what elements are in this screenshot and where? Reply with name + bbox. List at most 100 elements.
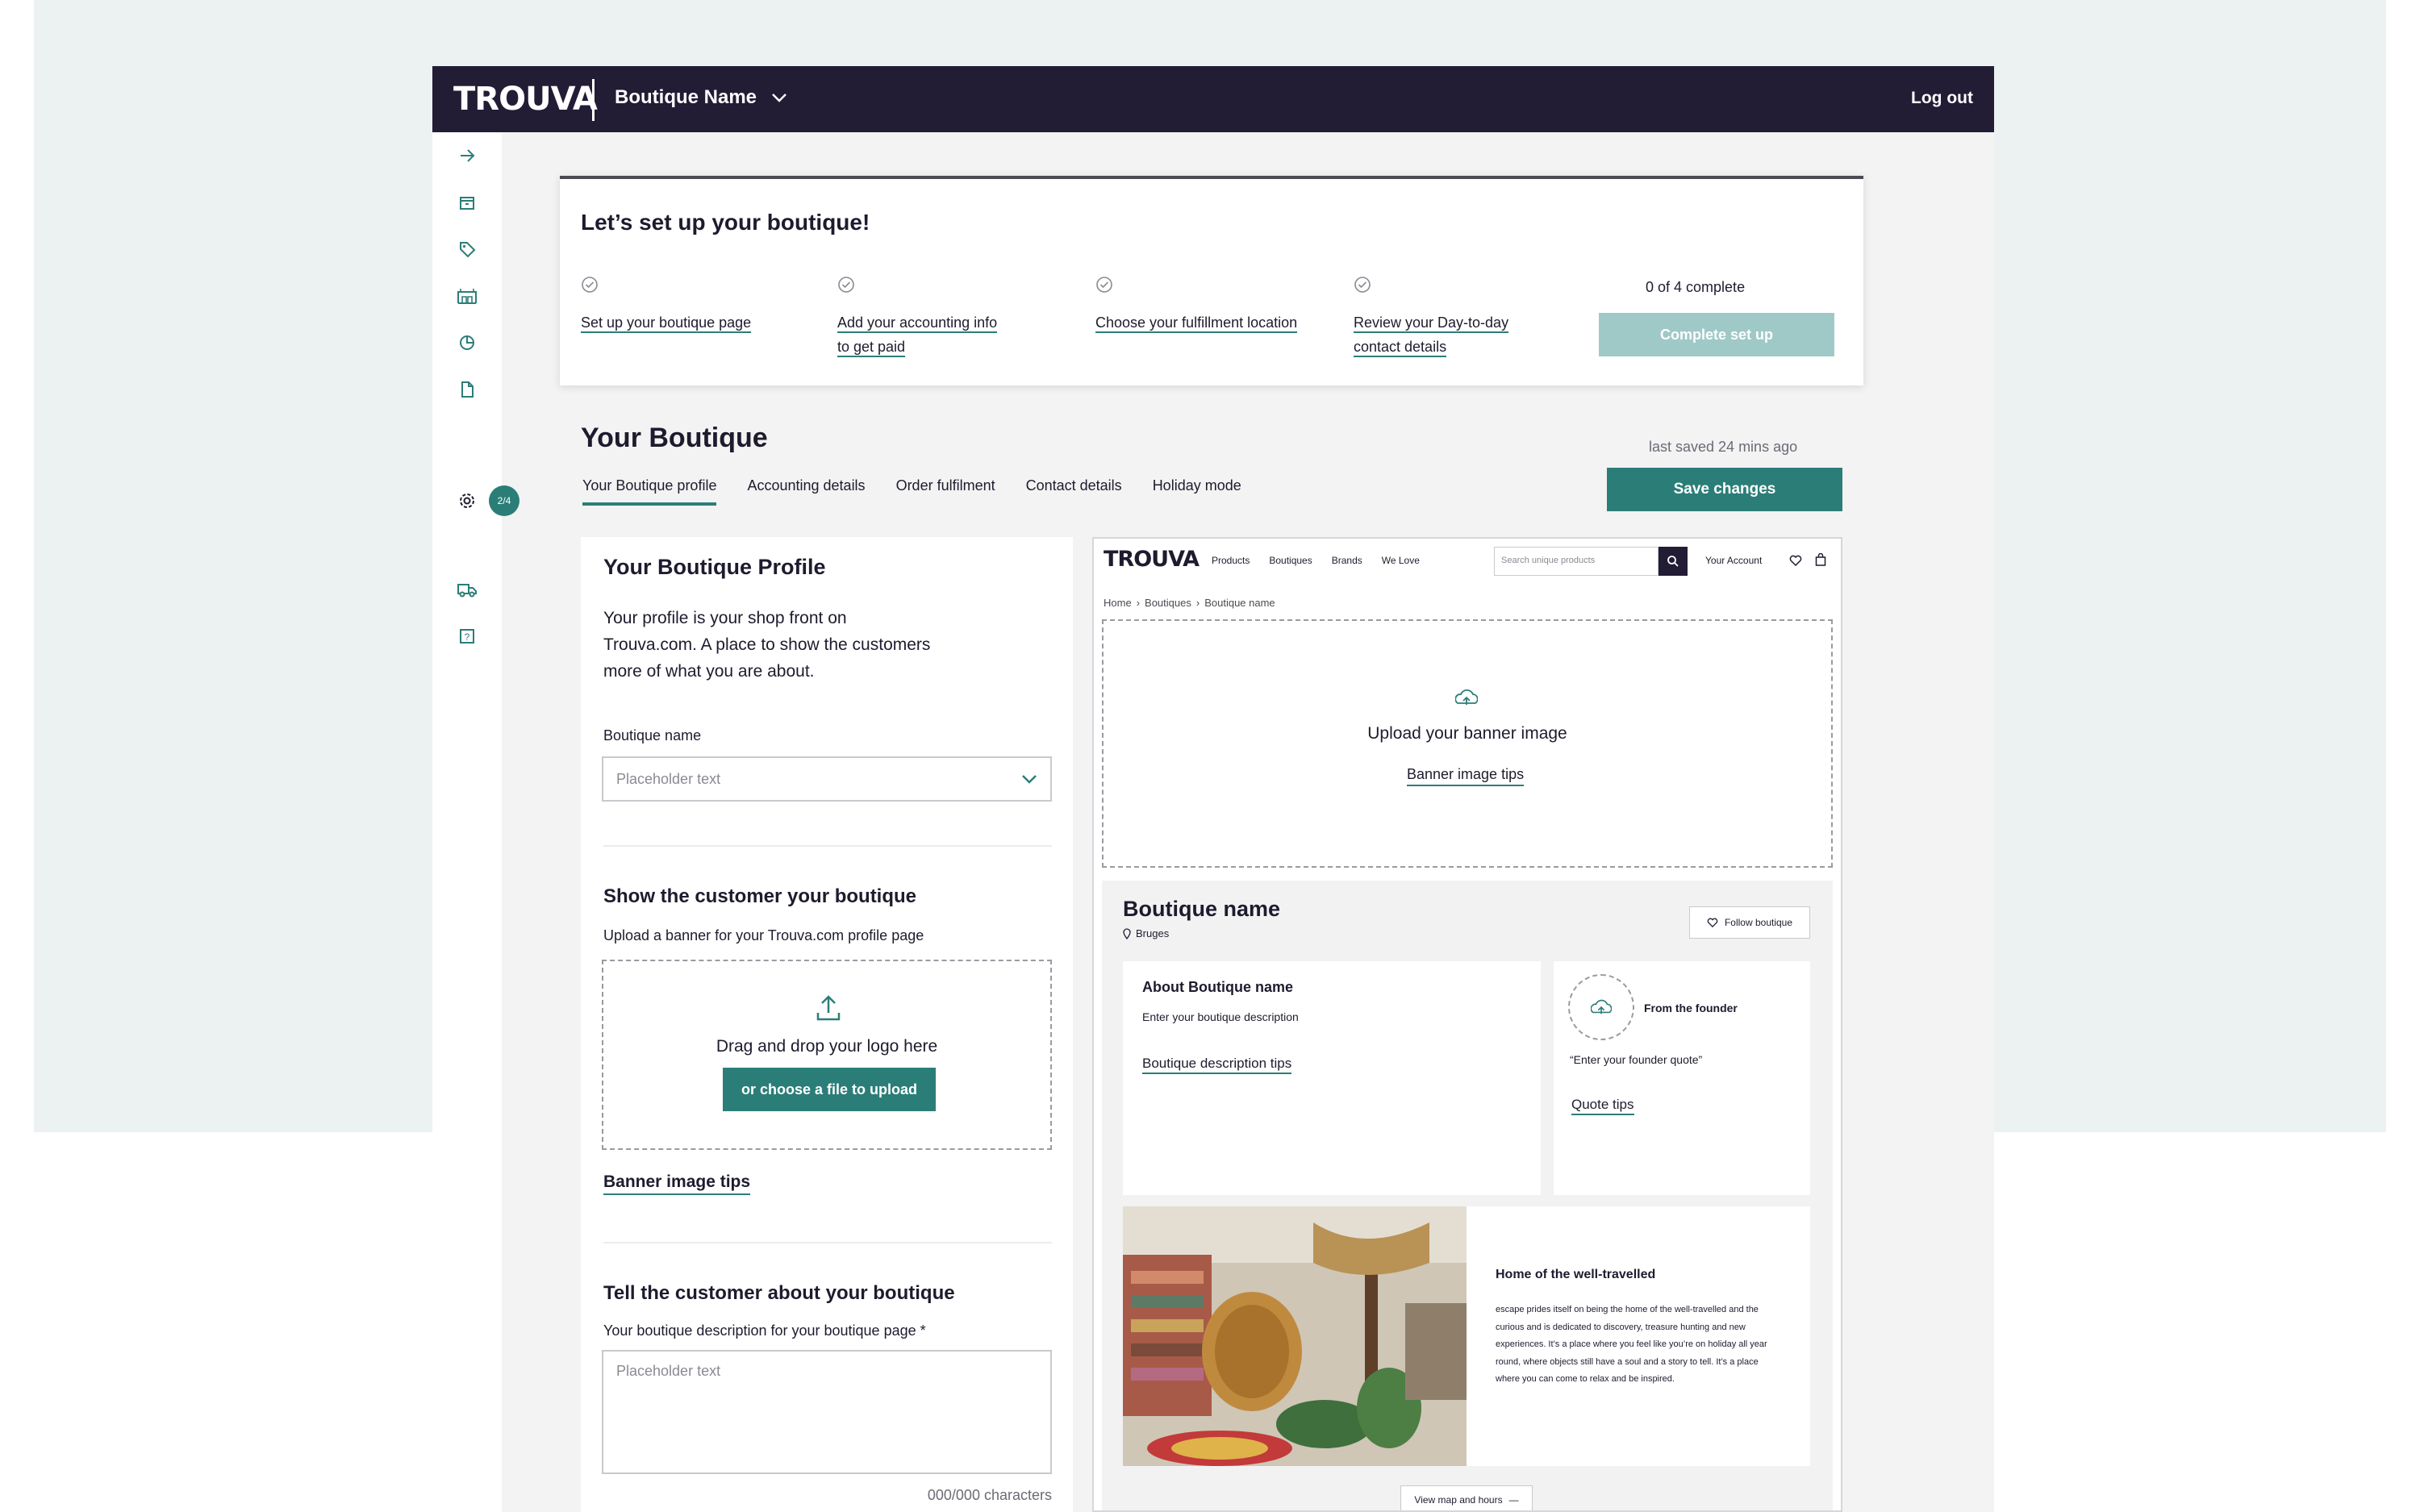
- trouva-logo[interactable]: TROUVA: [453, 81, 598, 118]
- breadcrumb-item: Home: [1104, 597, 1132, 609]
- choose-file-button[interactable]: or choose a file to upload: [723, 1068, 936, 1111]
- heart-icon: [1789, 555, 1802, 566]
- tab-holiday-mode[interactable]: Holiday mode: [1153, 477, 1241, 506]
- boutique-name-label: Boutique name: [603, 727, 702, 744]
- storefront-icon[interactable]: [455, 190, 479, 215]
- breadcrumb-separator: ›: [1136, 597, 1141, 609]
- setup-step-link[interactable]: Set up your boutique page: [581, 314, 752, 333]
- banner-tips-link[interactable]: Banner image tips: [603, 1173, 751, 1195]
- profile-preview-panel: TROUVA Products Boutiques Brands We Love…: [1092, 537, 1842, 1512]
- banner-heading: Show the customer your boutique: [603, 885, 917, 907]
- last-saved-status: last saved 24 mins ago: [1649, 439, 1798, 455]
- complete-setup-button[interactable]: Complete set up: [1599, 313, 1834, 356]
- document-icon[interactable]: [455, 377, 479, 402]
- story-title: Home of the well-travelled: [1496, 1268, 1656, 1281]
- logout-link[interactable]: Log out: [1911, 89, 1973, 108]
- setup-step-link[interactable]: Review your Day-to-day: [1354, 314, 1509, 333]
- founder-photo-upload[interactable]: [1568, 974, 1634, 1040]
- description-label: Your boutique description for your bouti…: [603, 1322, 926, 1339]
- story-text: escape prides itself on being the home o…: [1496, 1305, 1767, 1384]
- boutique-interior-image: [1123, 1206, 1467, 1466]
- breadcrumb-separator: ›: [1195, 597, 1200, 609]
- view-map-button: View map and hours —: [1400, 1485, 1533, 1510]
- heart-icon: [1707, 918, 1718, 927]
- image-upload-icon: [1455, 689, 1478, 705]
- setup-card: Let’s set up your boutique! Set up your …: [560, 176, 1863, 385]
- tab-order-fulfilment[interactable]: Order fulfilment: [896, 477, 995, 506]
- app-window: TROUVA Boutique Name Log out 2/4 ? Let’s…: [432, 66, 1994, 1512]
- check-circle-icon: [838, 277, 854, 293]
- about-tips-link[interactable]: Boutique description tips: [1142, 1056, 1292, 1074]
- dropzone-text: Drag and drop your logo here: [716, 1037, 938, 1056]
- preview-nav: TROUVA Products Boutiques Brands We Love…: [1094, 539, 1841, 584]
- tab-boutique-profile[interactable]: Your Boutique profile: [582, 477, 717, 506]
- preview-location-text: Bruges: [1136, 927, 1170, 939]
- profile-form-panel: Your Boutique Profile Your profile is yo…: [581, 537, 1073, 1512]
- tag-icon[interactable]: [455, 237, 479, 261]
- preview-nav-link: Brands: [1331, 555, 1362, 566]
- preview-breadcrumb: Home › Boutiques › Boutique name: [1104, 597, 1275, 609]
- description-placeholder: Placeholder text: [616, 1363, 721, 1379]
- setup-step: Set up your boutique page: [581, 276, 823, 335]
- boutique-selector-label: Boutique Name: [615, 86, 757, 108]
- setup-step-link-line2[interactable]: contact details: [1354, 339, 1447, 357]
- arrow-right-icon[interactable]: [455, 144, 479, 168]
- boutique-selector[interactable]: Boutique Name: [615, 86, 787, 109]
- boutique-name-select[interactable]: Placeholder text: [602, 756, 1052, 802]
- check-circle-icon: [1354, 277, 1371, 293]
- form-intro: Your profile is your shop front on Trouv…: [603, 609, 931, 681]
- description-textarea[interactable]: Placeholder text: [602, 1350, 1052, 1474]
- truck-icon[interactable]: [455, 577, 479, 602]
- preview-banner-dropzone[interactable]: Upload your banner image Banner image ti…: [1102, 619, 1833, 868]
- preview-boutique-name: Boutique name: [1123, 897, 1281, 921]
- banner-subtext: Upload a banner for your Trouva.com prof…: [603, 927, 924, 943]
- preview-location: Bruges: [1123, 927, 1169, 939]
- setup-progress-text: 0 of 4 complete: [1646, 279, 1746, 295]
- chevron-down-icon: [1022, 775, 1037, 784]
- preview-search: Search unique products: [1494, 547, 1688, 576]
- founder-quote: “Enter your founder quote”: [1570, 1053, 1703, 1066]
- location-pin-icon: [1123, 927, 1131, 939]
- quote-tips-link[interactable]: Quote tips: [1571, 1097, 1634, 1115]
- save-changes-button[interactable]: Save changes: [1607, 468, 1842, 511]
- preview-banner-text: Upload your banner image: [1367, 724, 1567, 743]
- boutique-name-placeholder: Placeholder text: [616, 770, 721, 787]
- logo-dropzone[interactable]: Drag and drop your logo here or choose a…: [602, 960, 1052, 1150]
- tab-contact-details[interactable]: Contact details: [1026, 477, 1122, 506]
- preview-boutique-section: Boutique name Bruges Follow boutique Abo…: [1102, 881, 1833, 1510]
- setup-step-link[interactable]: Add your accounting info: [837, 314, 998, 333]
- setup-step-link-line2[interactable]: to get paid: [837, 339, 906, 357]
- form-title: Your Boutique Profile: [603, 555, 826, 579]
- chevron-down-icon: [772, 94, 786, 102]
- follow-label: Follow boutique: [1724, 917, 1793, 928]
- preview-story-card: Home of the well-travelled escape prides…: [1467, 1206, 1810, 1466]
- check-circle-icon: [582, 277, 598, 293]
- setup-step-link[interactable]: Choose your fulfillment location: [1095, 314, 1298, 333]
- description-heading: Tell the customer about your boutique: [603, 1282, 955, 1304]
- preview-banner-tips-link[interactable]: Banner image tips: [1407, 766, 1525, 786]
- preview-search-input: Search unique products: [1494, 547, 1659, 576]
- divider: [603, 845, 1052, 847]
- warehouse-icon[interactable]: [455, 284, 479, 308]
- setup-progress-badge: 2/4: [489, 485, 519, 516]
- setup-step: Review your Day-to-day contact details: [1354, 276, 1596, 359]
- preview-founder-card: From the founder “Enter your founder quo…: [1554, 961, 1810, 1195]
- preview-nav-link: Boutiques: [1269, 555, 1312, 566]
- search-icon: [1659, 547, 1688, 576]
- tab-accounting-details[interactable]: Accounting details: [747, 477, 865, 506]
- boutique-interior-photo: [1123, 1206, 1467, 1466]
- pie-chart-icon[interactable]: [455, 331, 479, 355]
- preview-logo: TROUVA: [1104, 547, 1200, 572]
- upload-icon: [816, 995, 841, 1021]
- preview-follow-button: Follow boutique: [1689, 906, 1810, 939]
- about-placeholder: Enter your boutique description: [1142, 1010, 1299, 1023]
- preview-about-card: About Boutique name Enter your boutique …: [1123, 961, 1541, 1195]
- help-icon[interactable]: ?: [455, 624, 479, 648]
- preview-nav-links: Products Boutiques Brands We Love: [1212, 555, 1420, 566]
- gear-icon[interactable]: [455, 489, 479, 513]
- founder-title: From the founder: [1644, 1002, 1738, 1014]
- setup-step: Add your accounting info to get paid: [837, 276, 1079, 359]
- view-map-label: View map and hours: [1414, 1494, 1503, 1506]
- preview-nav-link: We Love: [1381, 555, 1420, 566]
- preview-account-link: Your Account: [1705, 555, 1763, 566]
